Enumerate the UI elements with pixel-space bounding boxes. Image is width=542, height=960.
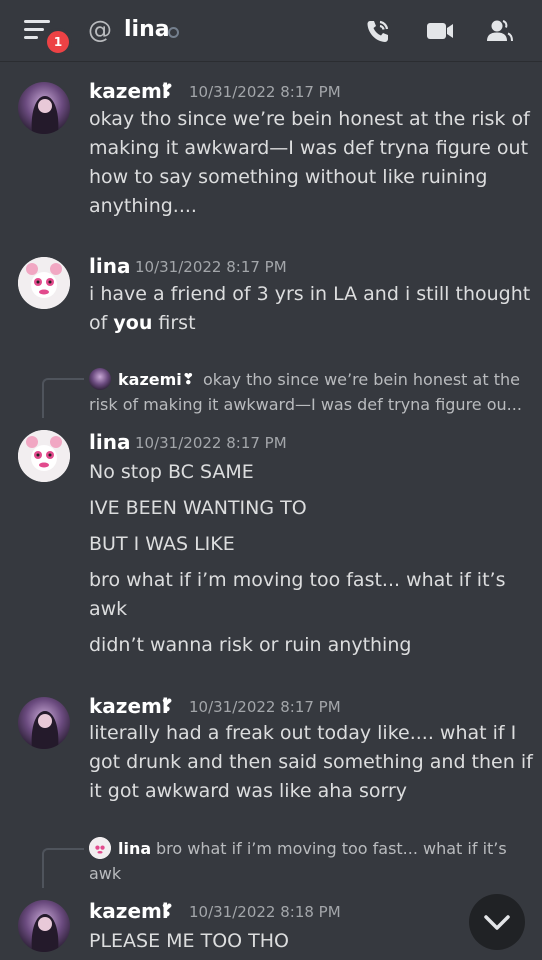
author-name[interactable]: lina bbox=[89, 254, 130, 278]
message-text: okay tho since we’re bein honest at the … bbox=[89, 108, 530, 130]
message-text: it got awkward was like aha sorry bbox=[89, 780, 408, 802]
message-text: how to say something without like ruinin… bbox=[89, 166, 488, 188]
timestamp: 10/31/2022 8:17 PM bbox=[189, 83, 341, 101]
message-text: i have a friend of 3 yrs in LA and i sti… bbox=[89, 283, 531, 305]
avatar[interactable] bbox=[18, 697, 70, 749]
reply-connector bbox=[42, 848, 84, 888]
message-text: bro what if i’m moving too fast... what … bbox=[89, 569, 506, 591]
top-bar: 1 @ lina bbox=[0, 0, 542, 62]
chevron-down-icon bbox=[484, 915, 510, 930]
timestamp: 10/31/2022 8:18 PM bbox=[189, 903, 341, 921]
heart-emoji-icon: ❣ bbox=[160, 696, 175, 716]
author-name[interactable]: kazemi bbox=[89, 899, 169, 923]
dm-at-icon: @ bbox=[88, 16, 112, 44]
message-text: literally had a freak out today like....… bbox=[89, 722, 517, 744]
members-icon[interactable] bbox=[484, 16, 514, 46]
notification-badge: 1 bbox=[44, 28, 72, 56]
avatar[interactable] bbox=[18, 257, 70, 309]
message-text: got drunk and then said something and th… bbox=[89, 751, 533, 773]
avatar[interactable] bbox=[18, 900, 70, 952]
author-name[interactable]: lina bbox=[89, 430, 130, 454]
reply-avatar bbox=[89, 368, 111, 390]
heart-emoji-icon: ❣ bbox=[160, 81, 175, 101]
avatar[interactable] bbox=[18, 430, 70, 482]
timestamp: 10/31/2022 8:17 PM bbox=[135, 258, 287, 276]
message-text: making it awkward—I was def tryna figure… bbox=[89, 137, 529, 159]
message-text: BUT I WAS LIKE bbox=[89, 533, 235, 555]
heart-emoji-icon: ❣ bbox=[160, 901, 175, 921]
video-icon[interactable] bbox=[425, 16, 455, 46]
timestamp: 10/31/2022 8:17 PM bbox=[135, 434, 287, 452]
reply-preview-text[interactable]: awk bbox=[89, 864, 121, 883]
message-text: PLEASE ME TOO THO bbox=[89, 930, 289, 952]
author-name[interactable]: kazemi bbox=[89, 694, 169, 718]
reply-avatar bbox=[89, 837, 111, 859]
avatar[interactable] bbox=[18, 82, 70, 134]
message-text: didn’t wanna risk or ruin anything bbox=[89, 634, 412, 656]
author-name[interactable]: kazemi bbox=[89, 79, 169, 103]
message-text: of you first bbox=[89, 312, 196, 334]
message-text: anything.... bbox=[89, 195, 197, 217]
message-text: awk bbox=[89, 598, 128, 620]
timestamp: 10/31/2022 8:17 PM bbox=[189, 698, 341, 716]
bold-text: you bbox=[113, 312, 153, 334]
channel-title[interactable]: lina bbox=[124, 17, 170, 42]
reply-author[interactable]: lina bbox=[118, 839, 151, 858]
call-icon[interactable] bbox=[363, 16, 393, 46]
reply-preview-text[interactable]: risk of making it awkward—I was def tryn… bbox=[89, 395, 522, 414]
message-text: No stop BC SAME bbox=[89, 461, 254, 483]
heart-emoji-icon: ❣ bbox=[182, 370, 195, 388]
reply-connector bbox=[42, 378, 84, 418]
scroll-to-bottom-button[interactable] bbox=[469, 894, 525, 950]
reply-author[interactable]: kazemi bbox=[118, 370, 182, 389]
reply-preview-text[interactable]: okay tho since we’re bein honest at the bbox=[203, 370, 520, 389]
reply-preview-text[interactable]: bro what if i’m moving too fast... what … bbox=[156, 839, 507, 858]
status-offline-icon bbox=[168, 27, 179, 38]
message-text: IVE BEEN WANTING TO bbox=[89, 497, 307, 519]
